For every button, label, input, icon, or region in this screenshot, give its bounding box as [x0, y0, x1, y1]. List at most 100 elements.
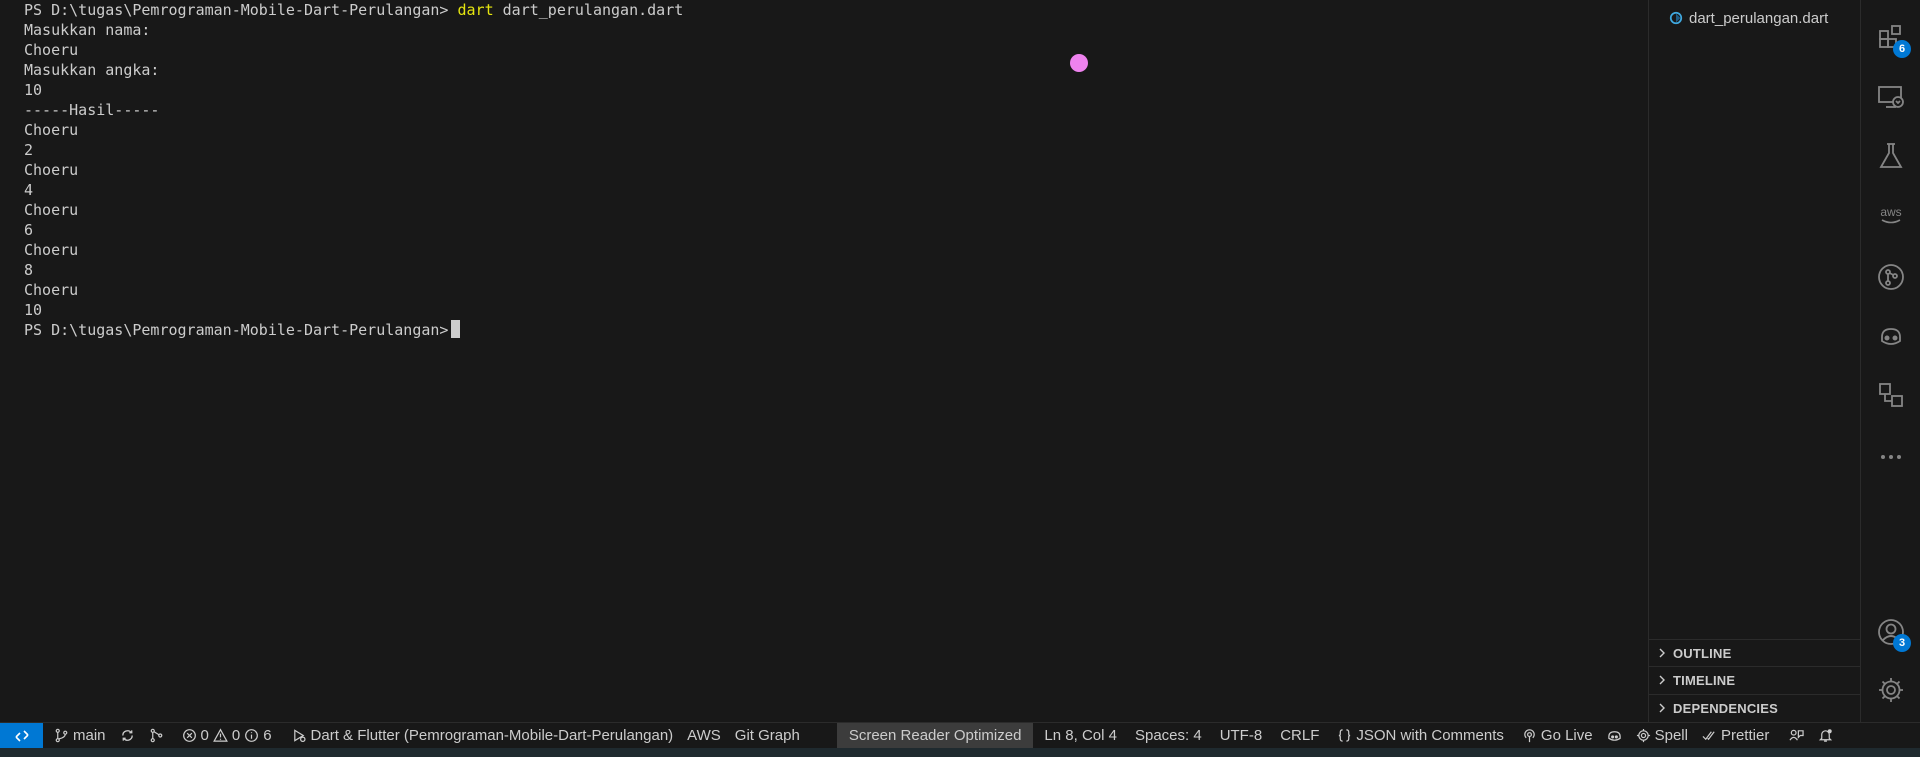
warning-count: 0: [231, 727, 241, 744]
terminal-output-line: 8: [24, 261, 34, 279]
debug-run-icon: [293, 729, 306, 743]
problems-item[interactable]: 0 0 6: [175, 723, 279, 749]
gear-check-icon: [1636, 728, 1650, 743]
terminal-output-line: 10: [24, 81, 43, 99]
terminal-prompt: PS D:\tugas\Pemrograman-Mobile-Dart-Peru…: [24, 1, 449, 19]
info-icon: [245, 729, 259, 742]
git-graph-status-item[interactable]: Git Graph: [728, 723, 807, 749]
chevron-right-icon: [1659, 703, 1665, 713]
terminal-output-line: -----Hasil-----: [24, 101, 160, 119]
aws-status-label: AWS: [687, 727, 721, 744]
testing-button[interactable]: [1861, 132, 1920, 180]
terminal-output-line: Masukkan angka:: [24, 61, 160, 79]
references-button[interactable]: [1861, 371, 1920, 419]
terminal-output-line: Choeru: [24, 121, 79, 139]
spell-check-button[interactable]: Spell: [1629, 723, 1695, 749]
eol-item[interactable]: CRLF: [1273, 723, 1326, 749]
terminal-command: dart: [457, 1, 494, 19]
section-timeline-label: TIMELINE: [1673, 672, 1736, 688]
aws-button[interactable]: aws: [1861, 190, 1920, 238]
copilot-status-icon: [1607, 731, 1621, 741]
aws-status-item[interactable]: AWS: [680, 723, 728, 749]
bell-icon: [1819, 729, 1833, 742]
terminal-output: Masukkan nama: Choeru Masukkan angka: 10 ---…: [24, 20, 1648, 320]
encoding-item[interactable]: UTF-8: [1213, 723, 1270, 749]
prettier-label: Prettier: [1720, 727, 1770, 744]
extensions-badge: 6: [1893, 40, 1911, 58]
go-live-label: Go Live: [1540, 727, 1593, 744]
terminal-output-line: 6: [24, 221, 34, 239]
extensions-button[interactable]: 6: [1861, 14, 1920, 62]
cursor-position-item[interactable]: Ln 8, Col 4: [1037, 723, 1124, 749]
terminal-output-line: 2: [24, 141, 34, 159]
section-outline-label: OUTLINE: [1673, 645, 1732, 661]
open-file-name: dart_perulangan.dart: [1689, 9, 1829, 27]
remote-indicator-button[interactable]: [0, 722, 43, 749]
feedback-button[interactable]: [1782, 723, 1811, 749]
notifications-button[interactable]: [1811, 723, 1840, 749]
open-file-item[interactable]: dart_perulangan.dart: [1669, 8, 1828, 28]
debug-config-label: Dart & Flutter (Pemrograman-Mobile-Dart-…: [310, 727, 674, 744]
dart-file-icon: [1669, 11, 1683, 25]
references-icon: [1879, 383, 1903, 407]
more-button[interactable]: [1861, 433, 1920, 481]
section-timeline[interactable]: TIMELINE: [1649, 666, 1861, 693]
branch-item[interactable]: main: [47, 723, 113, 749]
copilot-status-button[interactable]: [1600, 723, 1629, 749]
warning-icon: [212, 728, 228, 742]
more-icon: [1881, 455, 1901, 459]
encoding-label: UTF-8: [1219, 727, 1263, 744]
eol-label: CRLF: [1280, 727, 1320, 744]
screen-reader-mode-label: Screen Reader Optimized: [848, 727, 1022, 744]
activity-bar: 6 aws 3: [1860, 0, 1920, 722]
go-live-button[interactable]: Go Live: [1515, 723, 1600, 749]
source-control-icon: [150, 728, 162, 743]
section-outline[interactable]: OUTLINE: [1649, 639, 1861, 666]
indentation-item[interactable]: Spaces: 4: [1128, 723, 1209, 749]
info-count: 6: [263, 727, 272, 744]
copilot-icon: [1881, 328, 1901, 345]
terminal-output-line: 10: [24, 301, 43, 319]
prettier-button[interactable]: Prettier: [1695, 723, 1776, 749]
copilot-button[interactable]: [1861, 312, 1920, 360]
terminal-output-line: 4: [24, 181, 34, 199]
screen-reader-mode-item[interactable]: Screen Reader Optimized: [836, 722, 1034, 749]
braces-icon: [1339, 729, 1351, 742]
broadcast-icon: [1524, 729, 1535, 743]
chevron-right-icon: [1659, 648, 1665, 658]
sync-icon: [121, 730, 133, 741]
remote-explorer-icon: [1878, 86, 1904, 108]
status-bar: main 0 0 6 Dart & Flutter (Pemrograman-M…: [0, 722, 1920, 749]
manage-button[interactable]: [1861, 666, 1920, 714]
sync-button[interactable]: [113, 723, 142, 749]
terminal-output-line: Choeru: [24, 201, 79, 219]
svg-text:aws: aws: [1880, 205, 1901, 219]
accounts-badge: 3: [1893, 634, 1911, 652]
terminal-output-line: Choeru: [24, 281, 79, 299]
git-graph-button[interactable]: [1861, 253, 1920, 301]
accounts-button[interactable]: 3: [1861, 608, 1920, 656]
section-dependencies-label: DEPENDENCIES: [1673, 700, 1778, 716]
error-icon: [182, 729, 196, 742]
debug-config-item[interactable]: Dart & Flutter (Pemrograman-Mobile-Dart-…: [285, 723, 681, 749]
settings-gear-icon: [1879, 678, 1903, 702]
language-mode-item[interactable]: JSON with Comments: [1330, 723, 1511, 749]
remote-icon: [14, 729, 29, 742]
git-graph-status-label: Git Graph: [734, 727, 800, 744]
section-dependencies[interactable]: DEPENDENCIES: [1649, 694, 1861, 721]
terminal-panel[interactable]: PS D:\tugas\Pemrograman-Mobile-Dart-Peru…: [0, 0, 1648, 722]
git-branch-icon: [55, 728, 68, 743]
git-graph-status-button[interactable]: [142, 723, 171, 749]
secondary-side-panel: dart_perulangan.dart OUTLINE TIMELINE DE…: [1648, 0, 1861, 722]
git-graph-icon: [1878, 264, 1904, 290]
testing-icon: [1879, 143, 1903, 168]
terminal-final-prompt-line[interactable]: PS D:\tugas\Pemrograman-Mobile-Dart-Peru…: [24, 320, 1648, 340]
remote-explorer-button[interactable]: [1861, 73, 1920, 121]
window-bottom-edge: [0, 748, 1920, 757]
terminal-cursor: [451, 320, 461, 338]
cursor-position-label: Ln 8, Col 4: [1044, 727, 1117, 744]
terminal-output-line: Choeru: [24, 41, 79, 59]
error-count: 0: [200, 727, 209, 744]
spell-label: Spell: [1654, 727, 1688, 744]
terminal-output-line: Masukkan nama:: [24, 21, 151, 39]
